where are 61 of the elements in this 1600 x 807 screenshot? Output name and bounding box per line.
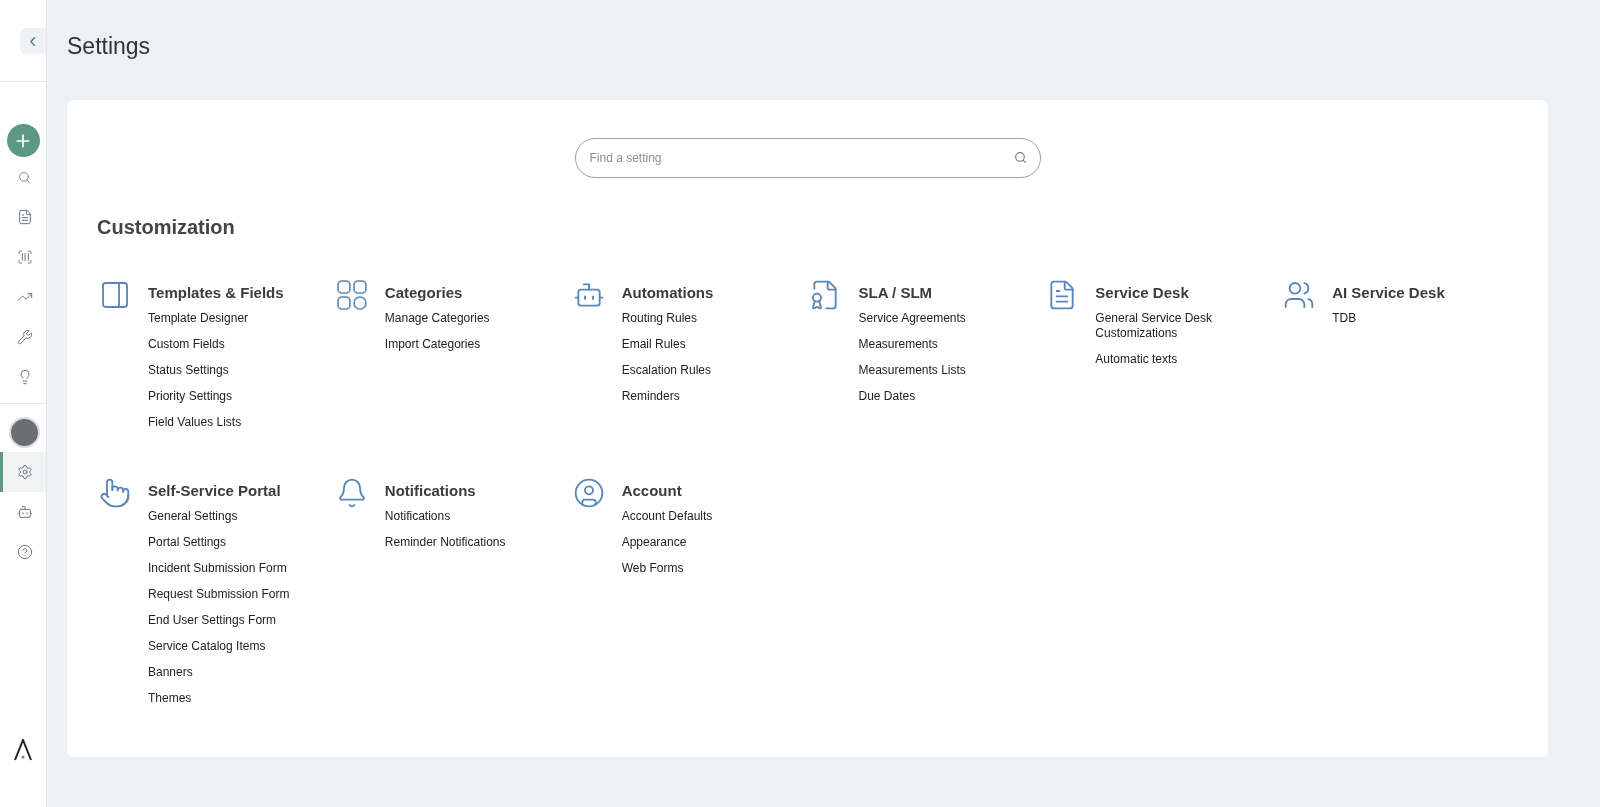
settings-link[interactable]: Routing Rules — [621, 311, 714, 326]
settings-icon — [16, 464, 33, 480]
settings-link[interactable]: Measurements — [858, 337, 966, 352]
settings-link[interactable]: Status Settings — [148, 363, 284, 378]
group-title: Account — [621, 482, 683, 499]
wrench-icon — [16, 329, 33, 345]
avatar — [9, 416, 40, 448]
pointer-icon — [99, 477, 131, 509]
search-icon — [1013, 151, 1027, 164]
sidebar-item[interactable] — [0, 452, 46, 492]
page-title: Settings — [67, 33, 152, 60]
settings-link[interactable]: Priority Settings — [148, 389, 284, 404]
search-icon — [18, 170, 31, 184]
settings-link[interactable]: General Service Desk Customizations — [1095, 311, 1246, 341]
settings-link[interactable]: Account Defaults — [621, 509, 713, 524]
group-title: Service Desk — [1095, 284, 1190, 301]
group-title: Self-Service Portal — [148, 482, 282, 499]
settings-link[interactable]: Automatic texts — [1095, 352, 1246, 367]
settings-link[interactable]: Request Submission Form — [148, 587, 290, 602]
settings-link[interactable]: Due Dates — [858, 389, 966, 404]
help-icon — [16, 544, 33, 560]
settings-link[interactable]: Field Values Lists — [148, 415, 284, 430]
settings-link[interactable]: Measurements Lists — [858, 363, 966, 378]
grid-icon — [335, 279, 368, 311]
section-title: Customization — [97, 216, 236, 239]
document-icon — [16, 209, 33, 225]
settings-link[interactable]: Custom Fields — [148, 337, 284, 352]
settings-link[interactable]: Banners — [148, 665, 290, 680]
back-button[interactable]: ‹ — [20, 28, 46, 54]
group-title: Automations — [621, 284, 714, 301]
group-title: Templates & Fields — [148, 284, 284, 301]
bot-icon — [16, 504, 33, 520]
settings-link[interactable]: Service Catalog Items — [148, 639, 290, 654]
settings-link[interactable]: Email Rules — [621, 337, 714, 352]
settings-link[interactable]: Reminder Notifications — [384, 535, 506, 550]
settings-link[interactable]: TDB — [1332, 311, 1445, 326]
settings-link[interactable]: Service Agreements — [858, 311, 966, 326]
group-title: SLA / SLM — [858, 284, 934, 301]
settings-link[interactable]: Escalation Rules — [621, 363, 714, 378]
search-field[interactable]: Find a setting — [574, 138, 1041, 178]
add-button[interactable] — [6, 124, 40, 157]
user-icon — [572, 477, 605, 509]
settings-link[interactable]: Web Forms — [621, 561, 713, 576]
logo-icon — [14, 739, 32, 761]
settings-link[interactable]: Appearance — [621, 535, 713, 550]
settings-link[interactable]: Reminders — [621, 389, 714, 404]
settings-link[interactable]: Themes — [148, 691, 290, 706]
settings-link[interactable]: Template Designer — [148, 311, 284, 326]
settings-link[interactable]: End User Settings Form — [148, 613, 290, 628]
settings-link[interactable]: Notifications — [384, 509, 506, 524]
settings-link[interactable]: Import Categories — [384, 337, 490, 352]
group-title: AI Service Desk — [1332, 284, 1445, 301]
panel-icon — [99, 279, 131, 311]
users-icon — [1283, 279, 1316, 311]
group-title: Categories — [384, 284, 464, 301]
settings-link[interactable]: General Settings — [148, 509, 290, 524]
settings-link[interactable]: Incident Submission Form — [148, 561, 290, 576]
group-title: Notifications — [384, 482, 477, 499]
scanner-icon — [16, 249, 33, 265]
settings-link[interactable]: Portal Settings — [148, 535, 290, 550]
settings-link[interactable]: Manage Categories — [384, 311, 490, 326]
